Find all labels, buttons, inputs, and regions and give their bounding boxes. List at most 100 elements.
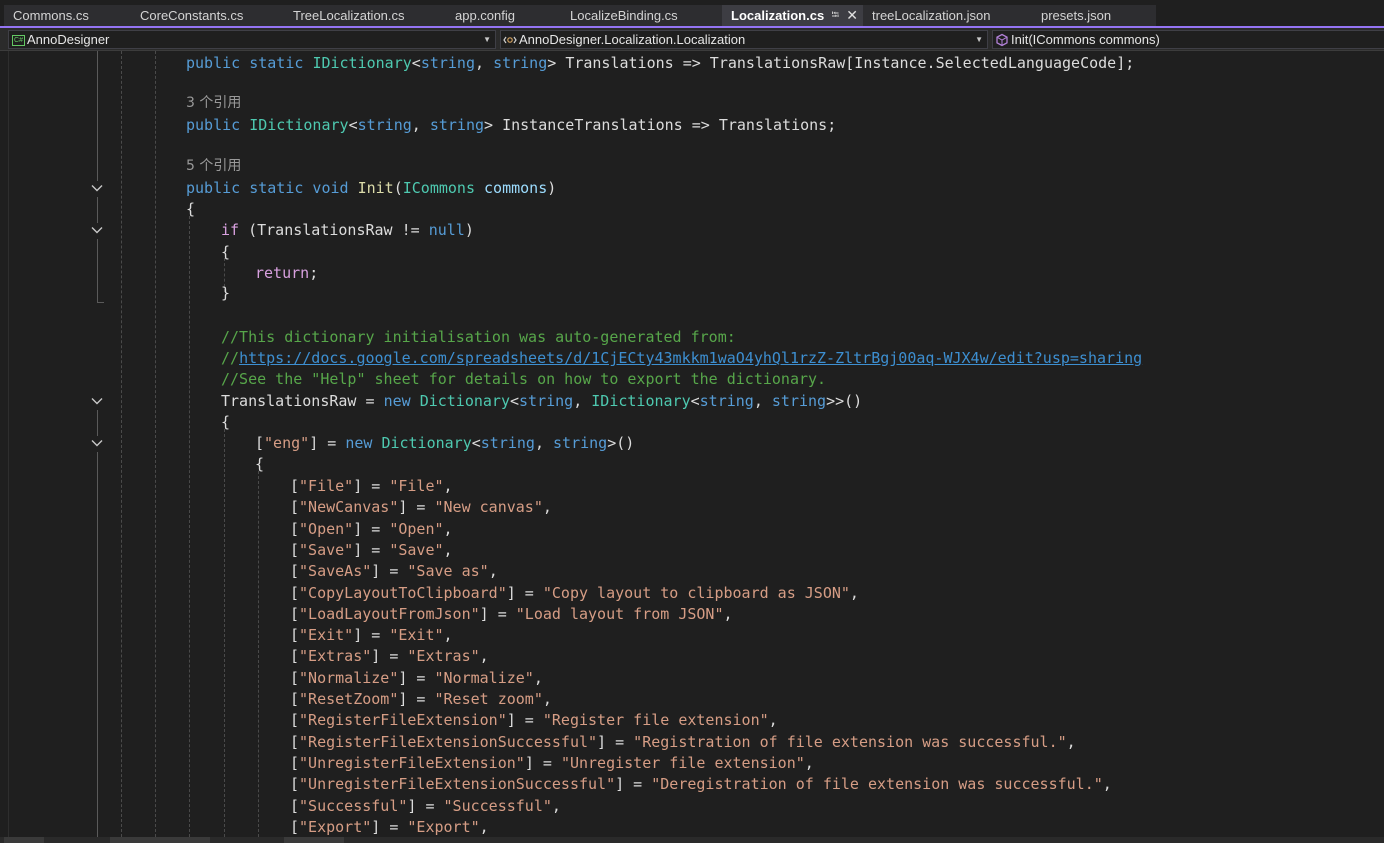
dictionary-entry-line: ["Successful"] = "Successful", <box>290 797 561 815</box>
code-line: public static IDictionary<string, string… <box>186 54 1135 72</box>
member-dropdown[interactable]: Init(ICommons commons) <box>992 30 1384 49</box>
collapse-chevron-icon[interactable] <box>90 436 104 450</box>
tab-treelocalization-cs[interactable]: TreeLocalization.cs <box>284 5 446 26</box>
outline-line <box>97 51 98 181</box>
code-line: public static void Init(ICommons commons… <box>186 179 557 197</box>
dictionary-entry-line: ["UnregisterFileExtensionSuccessful"] = … <box>290 775 1112 793</box>
entry-value: "Deregistration of file extension was su… <box>651 775 1103 793</box>
collapse-chevron-icon[interactable] <box>90 394 104 408</box>
tab-localization-cs[interactable]: Localization.cs ⭾ ✕ <box>722 5 863 26</box>
entry-key: "Open" <box>299 520 354 538</box>
entry-value: "Extras" <box>407 647 480 665</box>
code-comment: //This dictionary initialisation was aut… <box>221 328 736 346</box>
method-icon <box>996 33 1008 47</box>
entry-key: "CopyLayoutToClipboard" <box>299 584 507 602</box>
pin-icon[interactable]: ⭾ <box>831 5 839 26</box>
dictionary-entry-line: ["RegisterFileExtensionSuccessful"] = "R… <box>290 733 1076 751</box>
tab-presets-json[interactable]: presets.json <box>1032 5 1156 26</box>
entry-key: "Save" <box>299 541 354 559</box>
entry-value: "Unregister file extension" <box>560 754 805 772</box>
outline-line <box>97 239 98 302</box>
issues-indicator[interactable] <box>110 837 210 843</box>
tab-label: Commons.cs <box>13 8 89 23</box>
type-name: AnnoDesigner.Localization.Localization <box>519 32 746 47</box>
tab-label: treeLocalization.json <box>872 8 991 23</box>
instance-translations-text: InstanceTranslations => Translations; <box>502 116 837 134</box>
code-line: } <box>221 284 231 302</box>
indent-guide <box>121 51 122 837</box>
entry-key: "UnregisterFileExtensionSuccessful" <box>299 775 616 793</box>
tab-commons-cs[interactable]: Commons.cs <box>4 5 134 26</box>
editor-margin-line <box>8 51 9 837</box>
entry-key: "RegisterFileExtension" <box>299 711 507 729</box>
entry-key: "ResetZoom" <box>299 690 399 708</box>
translations-prop-text: Translations => TranslationsRaw[Instance… <box>565 54 1135 72</box>
collapse-chevron-icon[interactable] <box>90 223 104 237</box>
language-key: "eng" <box>264 434 310 452</box>
code-editor[interactable]: public static IDictionary<string, string… <box>0 51 1384 837</box>
entry-value: "Save" <box>389 541 444 559</box>
entry-value: "Reset zoom" <box>434 690 543 708</box>
entry-key: "RegisterFileExtensionSuccessful" <box>299 733 598 751</box>
code-line: TranslationsRaw = new Dictionary<string,… <box>221 392 863 410</box>
code-line: public IDictionary<string, string> Insta… <box>186 116 837 134</box>
entry-value: "Registration of file extension was succ… <box>633 733 1067 751</box>
tab-treelocalization-json[interactable]: treeLocalization.json <box>863 5 1032 26</box>
tab-app-config[interactable]: app.config <box>446 5 561 26</box>
chevron-down-icon: ▼ <box>975 35 983 44</box>
code-comment: //See the "Help" sheet for details on ho… <box>221 370 827 388</box>
collapse-chevron-icon[interactable] <box>90 181 104 195</box>
entry-value: "Export" <box>407 818 480 836</box>
namespace-icon <box>503 36 517 44</box>
code-line: return; <box>255 264 319 282</box>
chevron-down-icon: ▼ <box>483 35 491 44</box>
reference-count[interactable]: 5 个引用 <box>186 156 241 176</box>
reference-count[interactable]: 3 个引用 <box>186 93 241 113</box>
spreadsheet-link[interactable]: https://docs.google.com/spreadsheets/d/1… <box>239 349 1142 367</box>
entry-value: "Register file extension" <box>542 711 769 729</box>
project-dropdown[interactable]: C# AnnoDesigner ▼ <box>8 30 496 49</box>
outline-line <box>97 410 98 436</box>
entry-key: "Exit" <box>299 626 354 644</box>
line-gutter <box>0 51 32 837</box>
tab-coreconstants-cs[interactable]: CoreConstants.cs <box>131 5 284 26</box>
entry-key: "File" <box>299 477 354 495</box>
outline-line <box>97 452 98 837</box>
entry-value: "File" <box>389 477 444 495</box>
tab-label: presets.json <box>1041 8 1112 23</box>
member-name: Init(ICommons commons) <box>1011 32 1160 47</box>
git-indicator[interactable] <box>284 837 344 843</box>
entry-value: "Successful" <box>443 797 552 815</box>
entry-key: "Extras" <box>299 647 372 665</box>
document-tab-strip: Commons.cs CoreConstants.cs TreeLocaliza… <box>0 0 1384 28</box>
entry-key: "NewCanvas" <box>299 498 399 516</box>
code-line: ["eng"] = new Dictionary<string, string>… <box>255 434 635 452</box>
entry-value: "Normalize" <box>434 669 534 687</box>
tab-localizebinding-cs[interactable]: LocalizeBinding.cs <box>561 5 722 26</box>
param-type: ICommons <box>402 179 475 197</box>
type-dropdown[interactable]: AnnoDesigner.Localization.Localization ▼ <box>500 30 988 49</box>
navigation-bar: C# AnnoDesigner ▼ AnnoDesigner.Localizat… <box>0 28 1384 51</box>
dictionary-entry-line: ["Normalize"] = "Normalize", <box>290 669 543 687</box>
close-icon[interactable]: ✕ <box>846 5 858 26</box>
indent-guide <box>224 429 225 837</box>
zoom-indicator[interactable] <box>4 837 44 843</box>
outline-line-end <box>97 302 104 303</box>
tab-label: app.config <box>455 8 515 23</box>
dictionary-entry-line: ["Open"] = "Open", <box>290 520 453 538</box>
entry-value: "Copy layout to clipboard as JSON" <box>542 584 850 602</box>
entry-value: "Open" <box>389 520 444 538</box>
indent-guide <box>258 471 259 837</box>
visual-studio-window: Commons.cs CoreConstants.cs TreeLocaliza… <box>0 0 1384 843</box>
entry-key: "Successful" <box>299 797 408 815</box>
project-name: AnnoDesigner <box>27 32 110 47</box>
method-name: Init <box>357 179 394 197</box>
entry-value: "Load layout from JSON" <box>515 605 724 623</box>
entry-value: "New canvas" <box>434 498 543 516</box>
tab-label: CoreConstants.cs <box>140 8 244 23</box>
indent-guide <box>155 51 156 837</box>
tab-label: TreeLocalization.cs <box>293 8 405 23</box>
dictionary-entry-line: ["Exit"] = "Exit", <box>290 626 453 644</box>
dictionary-entry-line: ["RegisterFileExtension"] = "Register fi… <box>290 711 778 729</box>
entry-key: "UnregisterFileExtension" <box>299 754 525 772</box>
